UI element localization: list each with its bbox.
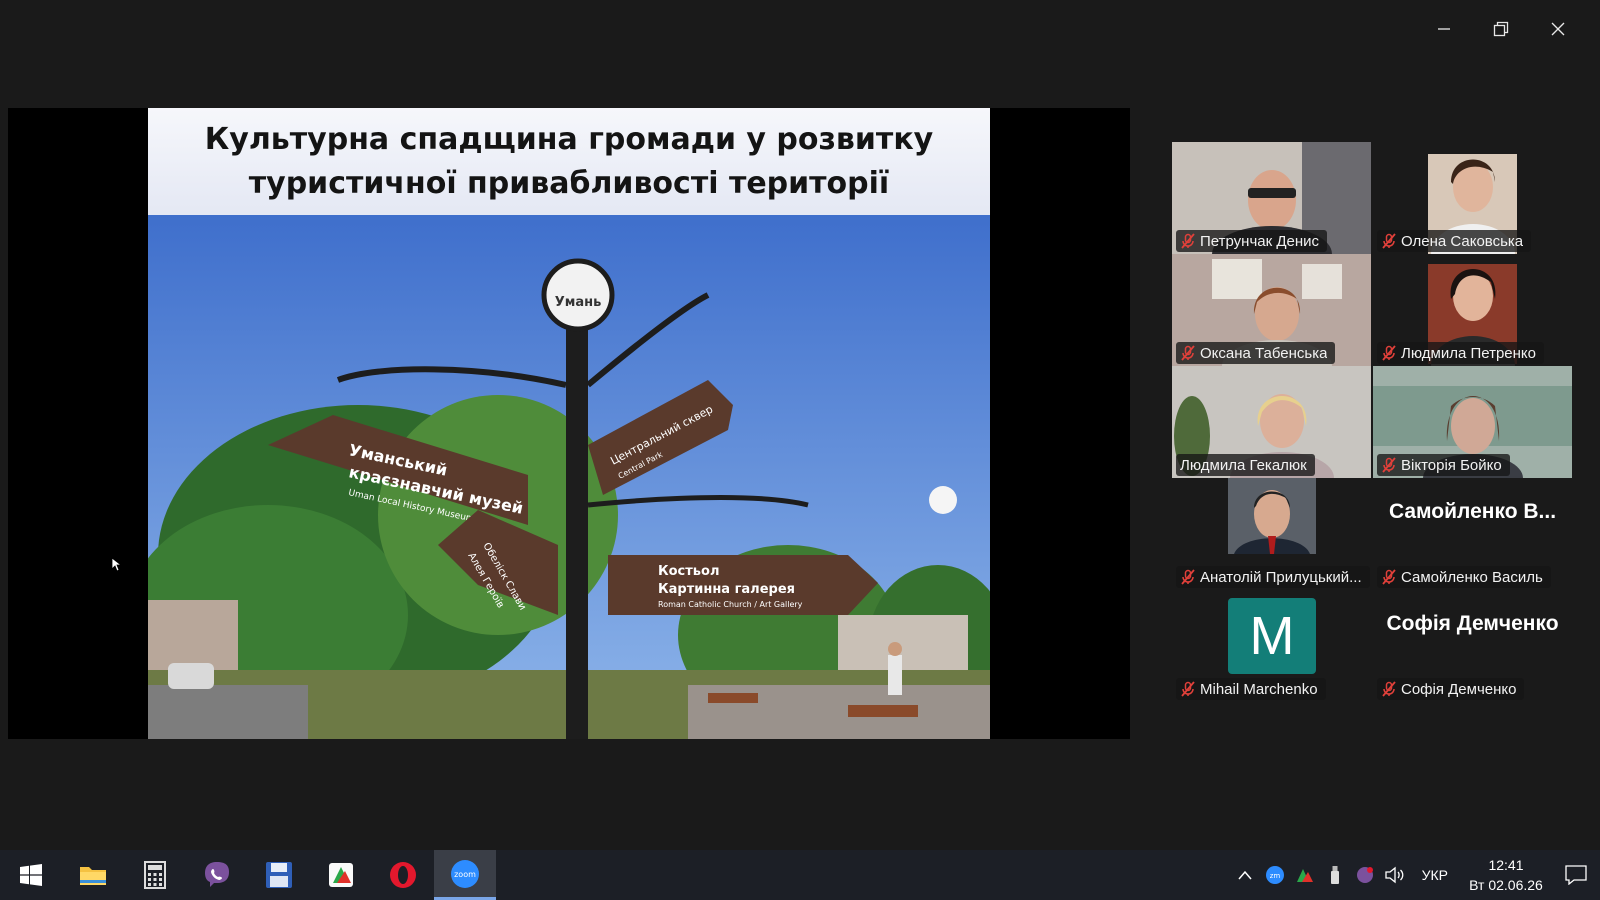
opera-button[interactable] bbox=[372, 850, 434, 900]
mic-muted-icon bbox=[1382, 233, 1396, 249]
zoom-icon: zoom bbox=[451, 859, 479, 888]
floppy-disk-icon bbox=[266, 862, 292, 888]
folder-icon bbox=[80, 867, 106, 885]
mic-muted-icon bbox=[1382, 457, 1396, 473]
svg-text:zm: zm bbox=[1269, 872, 1280, 880]
participant-name: Анатолій Прилуцький... bbox=[1200, 568, 1362, 586]
speaker-icon bbox=[1384, 866, 1404, 884]
mic-muted-icon bbox=[1382, 569, 1396, 585]
file-explorer-button[interactable] bbox=[62, 850, 124, 900]
opera-icon bbox=[390, 862, 416, 888]
minimize-button[interactable] bbox=[1415, 14, 1472, 44]
participant-tile[interactable]: Софія Демченко Софія Демченко bbox=[1373, 590, 1572, 702]
viber-button[interactable] bbox=[186, 850, 248, 900]
participant-tile[interactable]: Вікторія Бойко bbox=[1373, 366, 1572, 478]
slide-photo-signpost: Умань Уманський краєзнавчий музей Uman L… bbox=[148, 215, 990, 739]
mic-muted-icon bbox=[1181, 233, 1195, 249]
usb-drive-icon bbox=[1330, 866, 1339, 884]
viber-tray-icon bbox=[1356, 867, 1373, 883]
participant-name: Софія Демченко bbox=[1401, 680, 1517, 698]
sign-church-gallery: Костьол Картинна галерея Roman Catholic … bbox=[608, 555, 878, 615]
zoom-tray-icon: zm bbox=[1265, 866, 1284, 884]
slide-title-line1: Культурна спадщина громади у розвитку bbox=[204, 121, 934, 157]
participant-tile[interactable]: Людмила Петренко bbox=[1373, 254, 1572, 366]
participant-name: Самойленко Василь bbox=[1401, 568, 1543, 586]
participant-display-name: Самойленко В... bbox=[1388, 500, 1557, 523]
media-tray-button[interactable] bbox=[1290, 850, 1320, 900]
zoom-tray-icon-button[interactable]: zm bbox=[1260, 850, 1290, 900]
svg-text:Костьол: Костьол bbox=[658, 564, 719, 579]
participant-name: Олена Саковська bbox=[1401, 232, 1524, 250]
mic-muted-icon bbox=[1181, 345, 1195, 361]
calculator-button[interactable] bbox=[124, 850, 186, 900]
mic-muted-icon bbox=[1382, 681, 1396, 697]
viber-icon bbox=[205, 862, 229, 887]
minimize-icon bbox=[1437, 28, 1450, 30]
usb-device-button[interactable] bbox=[1320, 850, 1350, 900]
start-button[interactable] bbox=[0, 850, 62, 900]
window-controls bbox=[1415, 14, 1586, 44]
participant-name-tag: Олена Саковська bbox=[1377, 230, 1532, 252]
show-hidden-icons-button[interactable] bbox=[1230, 850, 1260, 900]
media-app-button[interactable] bbox=[310, 850, 372, 900]
close-icon bbox=[1551, 22, 1564, 36]
slide-title: Культурна спадщина громади у розвитку ту… bbox=[148, 108, 990, 215]
media-tray-icon bbox=[1296, 869, 1313, 882]
participant-name-tag: Анатолій Прилуцький... bbox=[1176, 566, 1370, 588]
action-center-button[interactable] bbox=[1552, 850, 1600, 900]
participant-name-tag: Людмила Петренко bbox=[1377, 342, 1545, 364]
participant-name-tag: Людмила Гекалюк bbox=[1176, 454, 1315, 476]
zoom-button[interactable]: zoom bbox=[434, 850, 496, 900]
participant-name: Людмила Гекалюк bbox=[1180, 456, 1307, 474]
slide-title-line2: туристичної привабливості території bbox=[248, 165, 890, 201]
participant-tile[interactable]: Оксана Табенська bbox=[1172, 254, 1371, 366]
presentation-slide: Культурна спадщина громади у розвитку ту… bbox=[148, 108, 990, 739]
save-app-button[interactable] bbox=[248, 850, 310, 900]
calculator-icon bbox=[144, 861, 166, 889]
svg-text:Roman Catholic Church / Art Ga: Roman Catholic Church / Art Gallery bbox=[658, 600, 803, 609]
participant-name: Вікторія Бойко bbox=[1401, 456, 1502, 474]
participant-tile[interactable]: Олена Саковська bbox=[1373, 142, 1572, 254]
mic-muted-icon bbox=[1181, 569, 1195, 585]
restore-icon bbox=[1493, 21, 1508, 37]
restore-button[interactable] bbox=[1472, 14, 1529, 44]
media-app-icon bbox=[329, 863, 353, 887]
participant-name: Людмила Петренко bbox=[1401, 344, 1537, 362]
participant-tile-active-speaker[interactable]: Людмила Гекалюк bbox=[1172, 366, 1371, 478]
viber-tray-button[interactable] bbox=[1350, 850, 1380, 900]
taskbar: zoom zm УКР 12:41 Вт 02.06.26 bbox=[0, 850, 1600, 900]
participant-name-tag: Петрунчак Денис bbox=[1176, 230, 1328, 252]
participant-name: Петрунчак Денис bbox=[1200, 232, 1320, 250]
participant-name-tag: Оксана Табенська bbox=[1176, 342, 1336, 364]
mic-muted-icon bbox=[1382, 345, 1396, 361]
uman-logo: Умань bbox=[555, 295, 602, 310]
notification-icon bbox=[1565, 865, 1587, 885]
input-language-button[interactable]: УКР bbox=[1410, 867, 1460, 883]
participant-tile[interactable]: Анатолій Прилуцький... bbox=[1172, 478, 1371, 590]
participant-name-tag: Самойленко Василь bbox=[1377, 566, 1551, 588]
svg-text:zoom: zoom bbox=[454, 870, 476, 879]
participant-tile[interactable]: M Mihail Marchenko bbox=[1172, 590, 1371, 702]
participant-name-tag: Mihail Marchenko bbox=[1176, 678, 1326, 700]
clock[interactable]: 12:41 Вт 02.06.26 bbox=[1460, 855, 1552, 895]
system-tray: zm УКР 12:41 Вт 02.06.26 bbox=[1230, 850, 1600, 900]
clock-date: Вт 02.06.26 bbox=[1469, 877, 1543, 893]
chevron-up-icon bbox=[1238, 870, 1252, 880]
participant-name-tag: Софія Демченко bbox=[1377, 678, 1525, 700]
close-button[interactable] bbox=[1529, 14, 1586, 44]
participant-name: Mihail Marchenko bbox=[1200, 680, 1318, 698]
participant-tile[interactable]: Петрунчак Денис bbox=[1172, 142, 1371, 254]
windows-logo-icon bbox=[20, 864, 42, 886]
participant-tile[interactable]: Самойленко В... Самойленко Василь bbox=[1373, 478, 1572, 590]
clock-time: 12:41 bbox=[1488, 857, 1524, 873]
svg-text:Картинна галерея: Картинна галерея bbox=[658, 582, 795, 597]
mic-muted-icon bbox=[1181, 681, 1195, 697]
participant-name: Оксана Табенська bbox=[1200, 344, 1328, 362]
participant-name-tag: Вікторія Бойко bbox=[1377, 454, 1510, 476]
participant-display-name: Софія Демченко bbox=[1386, 612, 1559, 635]
avatar: M bbox=[1228, 598, 1316, 674]
volume-button[interactable] bbox=[1380, 850, 1410, 900]
mouse-cursor-icon bbox=[112, 558, 122, 572]
shared-screen[interactable]: Культурна спадщина громади у розвитку ту… bbox=[8, 108, 1130, 739]
